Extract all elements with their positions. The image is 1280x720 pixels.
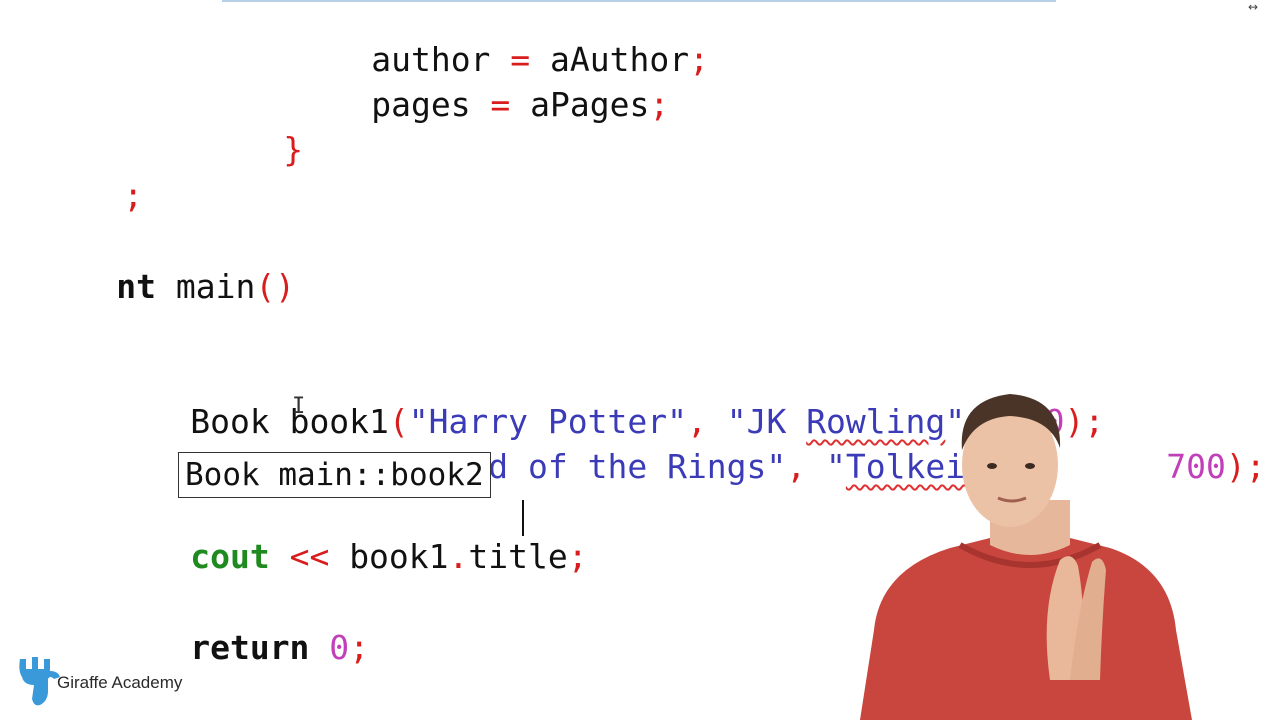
hover-tooltip: Book main::book2	[178, 452, 491, 498]
code-token: cout	[190, 537, 270, 576]
brand-name: Giraffe Academy	[57, 673, 183, 692]
presenter-video	[860, 394, 1192, 720]
code-token: <<	[269, 537, 350, 576]
code-token: 0	[309, 628, 350, 667]
code-token: .	[448, 537, 469, 576]
code-token: pages	[371, 85, 471, 124]
code-token: =	[470, 85, 531, 124]
code-token: ;	[649, 85, 670, 124]
text-caret	[522, 500, 524, 536]
code-token: aPages	[530, 85, 650, 124]
code-token: nt	[116, 267, 156, 306]
resize-icon[interactable]: ↔	[1248, 0, 1258, 14]
code-token: ;	[689, 40, 709, 79]
code-token: );	[1225, 447, 1266, 486]
code-token: book1	[349, 537, 449, 576]
code-token: ;	[349, 628, 370, 667]
code-token: title	[468, 537, 568, 576]
code-token: ,	[786, 447, 827, 486]
code-line: nt main()	[0, 227, 295, 347]
code-token: return	[190, 628, 310, 667]
code-line: pages = aPages;	[252, 45, 669, 165]
code-token: ()	[255, 267, 296, 306]
ibeam-cursor-icon: I	[292, 394, 306, 419]
code-token: main	[155, 267, 256, 306]
code-token: ;	[567, 537, 588, 576]
code-token: ;	[123, 176, 144, 215]
video-frame: ↔ author = aAuthor; pages = aPages; } ; …	[0, 0, 1280, 720]
code-line: }	[164, 90, 303, 210]
code-token: }	[283, 130, 304, 169]
